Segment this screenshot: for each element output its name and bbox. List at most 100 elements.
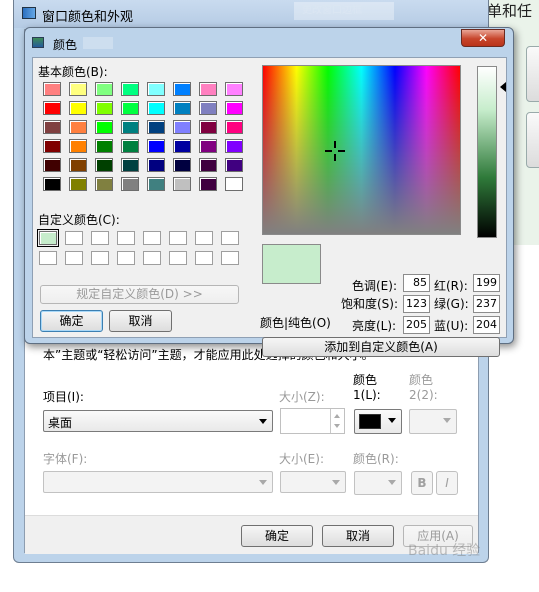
basic-color-swatch[interactable] bbox=[173, 101, 191, 115]
cancel-button[interactable]: 取消 bbox=[109, 310, 172, 332]
basic-color-swatch[interactable] bbox=[225, 158, 243, 172]
basic-color-swatch[interactable] bbox=[43, 139, 61, 153]
font-size-label: 大小(E): bbox=[279, 452, 324, 466]
basic-color-swatch[interactable] bbox=[225, 101, 243, 115]
basic-color-swatch[interactable] bbox=[147, 82, 165, 96]
basic-color-swatch[interactable] bbox=[199, 101, 217, 115]
basic-color-swatch[interactable] bbox=[225, 177, 243, 191]
sat-input[interactable]: 123 bbox=[403, 295, 430, 313]
custom-color-swatch[interactable] bbox=[221, 231, 239, 245]
basic-color-swatch[interactable] bbox=[95, 82, 113, 96]
basic-color-swatch[interactable] bbox=[121, 82, 139, 96]
basic-color-swatch[interactable] bbox=[121, 101, 139, 115]
custom-color-swatch[interactable] bbox=[169, 251, 187, 265]
basic-color-swatch[interactable] bbox=[199, 82, 217, 96]
font-color-picker[interactable] bbox=[354, 471, 402, 495]
basic-color-swatch[interactable] bbox=[173, 120, 191, 134]
custom-color-swatch[interactable] bbox=[195, 231, 213, 245]
basic-color-swatch[interactable] bbox=[199, 158, 217, 172]
basic-color-swatch[interactable] bbox=[147, 158, 165, 172]
basic-color-swatch[interactable] bbox=[95, 120, 113, 134]
blue-input[interactable]: 204 bbox=[473, 316, 500, 334]
custom-color-swatch[interactable] bbox=[195, 251, 213, 265]
color2-picker[interactable] bbox=[409, 409, 457, 434]
basic-color-swatch[interactable] bbox=[69, 139, 87, 153]
basic-color-swatch[interactable] bbox=[69, 82, 87, 96]
basic-color-swatch[interactable] bbox=[69, 101, 87, 115]
custom-color-swatch[interactable] bbox=[39, 251, 57, 265]
basic-color-swatch[interactable] bbox=[121, 177, 139, 191]
basic-color-swatch[interactable] bbox=[43, 177, 61, 191]
basic-color-swatch[interactable] bbox=[147, 120, 165, 134]
chevron-down-icon bbox=[388, 480, 396, 485]
basic-color-swatch[interactable] bbox=[173, 177, 191, 191]
custom-color-swatch[interactable] bbox=[143, 231, 161, 245]
custom-color-swatch[interactable] bbox=[169, 231, 187, 245]
background-text: 单和任 bbox=[487, 2, 533, 20]
stepper-buttons[interactable] bbox=[330, 409, 344, 433]
basic-color-swatch[interactable] bbox=[121, 139, 139, 153]
cancel-button[interactable]: 取消 bbox=[322, 525, 394, 547]
custom-color-swatch[interactable] bbox=[65, 231, 83, 245]
color1-picker[interactable] bbox=[354, 409, 402, 434]
basic-color-swatch[interactable] bbox=[173, 82, 191, 96]
font-select[interactable] bbox=[43, 471, 273, 493]
size-stepper[interactable] bbox=[280, 408, 345, 434]
custom-color-swatch[interactable] bbox=[91, 251, 109, 265]
title-ghost bbox=[83, 37, 113, 49]
basic-color-swatch[interactable] bbox=[225, 120, 243, 134]
basic-color-swatch[interactable] bbox=[121, 120, 139, 134]
custom-color-swatch[interactable] bbox=[91, 231, 109, 245]
basic-color-swatch[interactable] bbox=[95, 139, 113, 153]
luminance-slider[interactable] bbox=[477, 66, 497, 238]
basic-color-swatch[interactable] bbox=[43, 120, 61, 134]
basic-color-swatch[interactable] bbox=[147, 177, 165, 191]
basic-color-swatch[interactable] bbox=[199, 139, 217, 153]
basic-color-swatch[interactable] bbox=[225, 139, 243, 153]
font-size-select[interactable] bbox=[280, 471, 346, 493]
basic-color-swatch[interactable] bbox=[95, 158, 113, 172]
custom-color-swatch[interactable] bbox=[143, 251, 161, 265]
chevron-down-icon bbox=[388, 418, 396, 423]
custom-color-swatch[interactable] bbox=[37, 229, 59, 247]
basic-color-swatch[interactable] bbox=[147, 101, 165, 115]
color1-swatch bbox=[359, 414, 381, 429]
basic-color-swatch[interactable] bbox=[69, 177, 87, 191]
italic-button[interactable]: I bbox=[436, 471, 458, 495]
basic-color-swatch[interactable] bbox=[95, 101, 113, 115]
custom-color-swatch[interactable] bbox=[117, 231, 135, 245]
background-button[interactable] bbox=[526, 112, 539, 168]
basic-color-swatch[interactable] bbox=[121, 158, 139, 172]
basic-color-swatch[interactable] bbox=[147, 139, 165, 153]
color-spectrum[interactable] bbox=[262, 65, 461, 235]
item-select[interactable]: 桌面 bbox=[43, 410, 273, 432]
custom-color-swatch[interactable] bbox=[221, 251, 239, 265]
item-label: 项目(I): bbox=[43, 390, 84, 404]
basic-color-swatch[interactable] bbox=[95, 177, 113, 191]
slider-arrow-icon[interactable] bbox=[500, 82, 506, 92]
background-button[interactable] bbox=[526, 46, 539, 102]
basic-color-swatch[interactable] bbox=[43, 101, 61, 115]
define-custom-colors-button[interactable]: 规定自定义颜色(D) >> bbox=[40, 285, 239, 304]
basic-color-swatch[interactable] bbox=[69, 120, 87, 134]
basic-color-swatch[interactable] bbox=[173, 139, 191, 153]
ok-button[interactable]: 确定 bbox=[40, 310, 103, 332]
add-to-custom-colors-button[interactable]: 添加到自定义颜色(A) bbox=[262, 337, 500, 357]
red-input[interactable]: 199 bbox=[473, 274, 500, 292]
ok-button[interactable]: 确定 bbox=[241, 525, 313, 547]
basic-color-swatch[interactable] bbox=[69, 158, 87, 172]
green-input[interactable]: 237 bbox=[473, 295, 500, 313]
basic-color-swatch[interactable] bbox=[43, 82, 61, 96]
basic-color-swatch[interactable] bbox=[225, 82, 243, 96]
custom-color-swatch[interactable] bbox=[117, 251, 135, 265]
basic-color-swatch[interactable] bbox=[199, 120, 217, 134]
close-button[interactable]: ✕ bbox=[461, 29, 505, 47]
basic-color-swatch[interactable] bbox=[199, 177, 217, 191]
lum-input[interactable]: 205 bbox=[403, 316, 430, 334]
bold-button[interactable]: B bbox=[411, 471, 433, 495]
custom-color-swatch[interactable] bbox=[65, 251, 83, 265]
basic-colors-grid bbox=[43, 82, 243, 191]
basic-color-swatch[interactable] bbox=[43, 158, 61, 172]
hue-input[interactable]: 85 bbox=[403, 274, 430, 292]
basic-color-swatch[interactable] bbox=[173, 158, 191, 172]
